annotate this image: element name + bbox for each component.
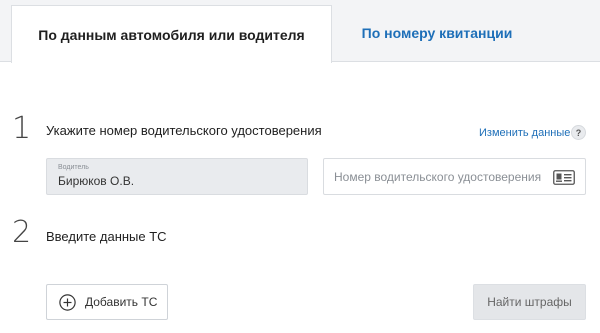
step-2-title: Введите данные ТС	[46, 229, 167, 244]
driver-field-value: Бирюков О.В.	[58, 174, 135, 188]
fines-search-form: По данным автомобиля или водителя По ном…	[0, 0, 600, 333]
license-number-field[interactable]	[323, 158, 586, 195]
driver-field[interactable]: Водитель Бирюков О.В.	[46, 158, 308, 195]
step-2-number: 2	[12, 215, 32, 250]
driver-field-label: Водитель	[58, 164, 89, 171]
plus-circle-icon	[59, 293, 76, 311]
id-card-icon	[553, 170, 575, 185]
license-number-input[interactable]	[334, 169, 554, 185]
add-vehicle-button[interactable]: Добавить ТС	[46, 284, 168, 320]
tab-by-vehicle-or-driver[interactable]: По данным автомобиля или водителя	[11, 5, 332, 63]
step-1-title: Укажите номер водительского удостоверени…	[46, 123, 322, 138]
find-fines-button[interactable]: Найти штрафы	[473, 284, 586, 320]
add-vehicle-label: Добавить ТС	[85, 295, 158, 309]
help-icon[interactable]: ?	[571, 125, 586, 140]
tab-by-receipt-number[interactable]: По номеру квитанции	[332, 5, 542, 61]
change-data-link[interactable]: Изменить данные	[479, 127, 570, 139]
step-1-number: 1	[12, 111, 32, 146]
tab-bar: По данным автомобиля или водителя По ном…	[0, 0, 600, 63]
